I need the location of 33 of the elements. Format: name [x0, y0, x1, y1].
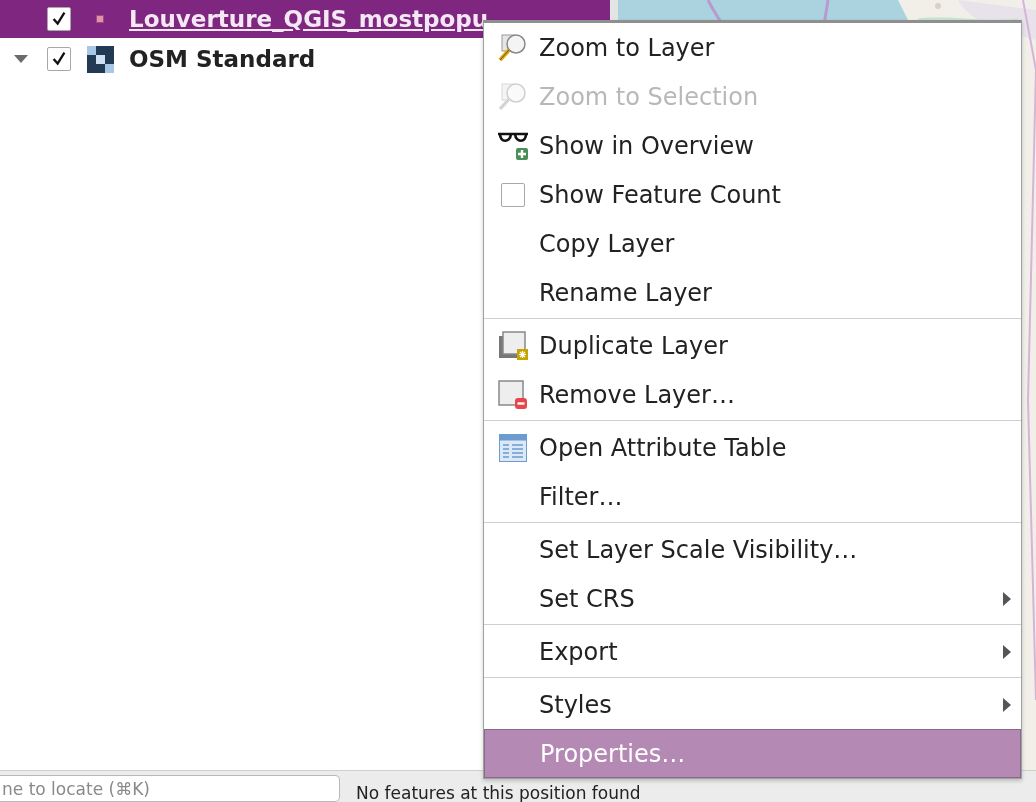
submenu-arrow-icon — [1003, 697, 1011, 712]
point-symbol-icon — [96, 15, 104, 23]
submenu-arrow-icon — [1003, 591, 1011, 606]
layer-checkbox[interactable] — [47, 7, 71, 31]
raster-layer-icon — [86, 45, 114, 73]
locator-search-field[interactable]: ne to locate (⌘K) — [0, 775, 340, 802]
checkbox[interactable] — [500, 182, 525, 207]
menu-item[interactable]: Filter… — [484, 472, 1021, 521]
status-message: No features at this position found — [356, 782, 641, 802]
menu-item[interactable]: Duplicate Layer — [484, 321, 1021, 370]
menu-item[interactable]: Show Feature Count — [484, 170, 1021, 219]
duplicate-layer-icon — [497, 330, 528, 361]
menu-item[interactable]: Copy Layer — [484, 219, 1021, 268]
menu-item[interactable]: Remove Layer… — [484, 370, 1021, 419]
remove-layer-icon — [497, 379, 528, 410]
glasses-icon — [496, 130, 529, 161]
checkmark-icon — [50, 50, 68, 68]
menu-item[interactable]: Rename Layer — [484, 268, 1021, 317]
menu-item[interactable]: Open Attribute Table — [484, 423, 1021, 472]
expand-arrow-icon[interactable] — [13, 55, 28, 63]
table-icon — [498, 433, 527, 462]
menu-item[interactable]: Set CRS — [484, 574, 1021, 623]
menu-item[interactable]: Set Layer Scale Visibility… — [484, 525, 1021, 574]
submenu-arrow-icon — [1003, 644, 1011, 659]
layer-row[interactable]: Louverture_QGIS_mostpopu — [0, 0, 610, 38]
menu-item[interactable]: Show in Overview — [484, 121, 1021, 170]
magnifier-icon — [497, 81, 528, 112]
menu-item[interactable]: Styles — [484, 680, 1021, 729]
checkmark-icon — [50, 10, 68, 28]
magnifier-icon — [497, 32, 528, 63]
menu-item[interactable]: Export — [484, 627, 1021, 676]
layer-checkbox[interactable] — [47, 47, 71, 71]
layer-name[interactable]: OSM Standard — [129, 46, 316, 72]
